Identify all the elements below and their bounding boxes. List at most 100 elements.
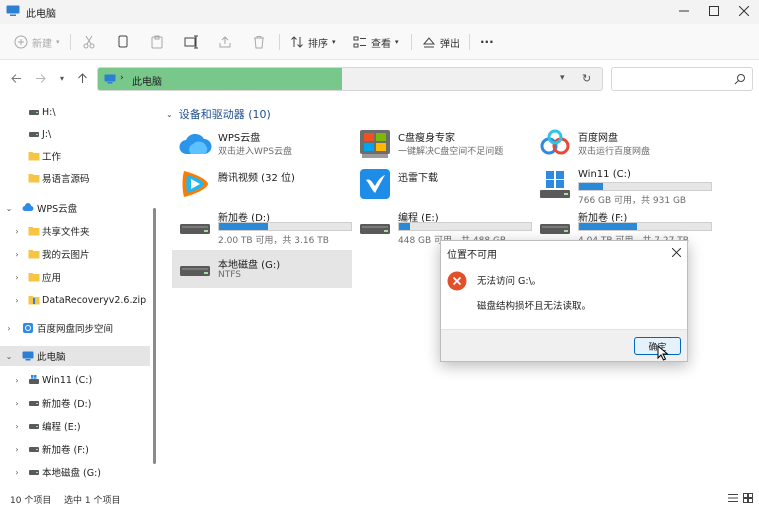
chevron-right-icon[interactable]: › [12, 227, 22, 236]
close-icon [671, 247, 682, 258]
chevron-right-icon[interactable]: › [12, 468, 22, 477]
dialog-close-button[interactable] [671, 243, 682, 260]
title-bar: 此电脑 [0, 0, 759, 24]
minimize-button[interactable] [669, 0, 699, 22]
sort-button[interactable]: 排序 ▾ [290, 32, 336, 52]
sidebar-item-datarecovery-zip[interactable]: › DataRecoveryv2.6.zip [0, 290, 150, 310]
sort-icon [291, 36, 303, 48]
chevron-right-icon[interactable]: › [12, 250, 22, 259]
view-button[interactable]: 查看 ▾ [353, 32, 399, 52]
sidebar-item-work[interactable]: 工作 [0, 146, 150, 166]
recent-locations-button[interactable]: ▾ [54, 70, 70, 86]
dialog-footer: 确定 [441, 329, 687, 361]
tile-f-drive[interactable]: 新加卷 (F:) 4.04 TB 可用，共 7.27 TB [532, 206, 712, 246]
tile-xunlei[interactable]: 迅雷下载 [352, 166, 532, 202]
pc-icon [104, 74, 116, 84]
forward-button[interactable] [32, 70, 48, 86]
window-title: 此电脑 [26, 9, 56, 20]
tile-d-drive[interactable]: 新加卷 (D:) 2.00 TB 可用，共 3.16 TB [172, 206, 352, 246]
sidebar-item-f-drive[interactable]: › 新加卷 (F:) [0, 439, 150, 459]
item-count: 10 个项目 [10, 496, 52, 506]
navigation-pane: H:\ J:\ 工作 易语言源码 ⌄ WPS云盘 › 共享文件夹 › 我的云图片… [0, 100, 160, 490]
chevron-right-icon[interactable]: › [12, 273, 22, 282]
sidebar-item-d-drive[interactable]: › 新加卷 (D:) [0, 393, 150, 413]
status-bar: 10 个项目 选中 1 个项目 [0, 490, 759, 506]
sidebar-item-e-drive[interactable]: › 编程 (E:) [0, 416, 150, 436]
share-button[interactable] [218, 32, 232, 52]
tile-baidu-netdisk[interactable]: 百度网盘 双击运行百度网盘 [532, 126, 712, 162]
up-button[interactable] [74, 70, 90, 86]
sidebar-item-h-drive[interactable]: H:\ [0, 102, 150, 122]
chevron-down-icon[interactable]: ⌄ [4, 352, 14, 361]
eject-button[interactable]: 弹出 [422, 32, 460, 52]
windows-drive-icon [29, 375, 39, 384]
error-icon [447, 271, 467, 291]
sidebar-item-c-drive[interactable]: › Win11 (C:) [0, 370, 150, 390]
refresh-icon[interactable]: ↻ [582, 72, 591, 85]
command-bar: 新建 ▾ 排序 ▾ 查看 ▾ 弹出 ··· [0, 24, 759, 60]
rename-button[interactable] [184, 32, 198, 52]
sidebar-item-apps[interactable]: › 应用 [0, 267, 150, 287]
sidebar-scrollbar[interactable] [153, 208, 156, 464]
capacity-bar-fill [579, 183, 603, 190]
copy-icon [118, 35, 128, 48]
cut-button[interactable] [82, 32, 96, 52]
baidu-netdisk-icon [540, 129, 570, 155]
folder-icon [28, 273, 40, 282]
trash-icon [254, 36, 264, 49]
windows-drive-icon [540, 171, 570, 198]
more-options-button[interactable]: ··· [480, 32, 494, 52]
tile-c-drive[interactable]: Win11 (C:) 766 GB 可用，共 931 GB [532, 166, 712, 206]
chevron-right-icon[interactable]: › [12, 296, 22, 305]
tile-e-drive[interactable]: 编程 (E:) 448 GB 可用，共 488 GB [352, 206, 532, 246]
chevron-down-icon: ▾ [332, 38, 336, 46]
sidebar-item-baidu-sync[interactable]: › 百度网盘同步空间 [0, 318, 150, 338]
mouse-cursor-icon [657, 345, 669, 361]
address-bar[interactable]: › 此电脑 ▾ ↻ [97, 67, 603, 91]
devices-group-header[interactable]: ⌄ 设备和驱动器 (10) [166, 106, 271, 122]
search-input[interactable] [611, 67, 753, 91]
chevron-right-icon[interactable]: › [12, 376, 22, 385]
scissors-icon [83, 35, 95, 49]
tiles-view-icon[interactable] [743, 493, 753, 503]
breadcrumb-this-pc[interactable]: 此电脑 [132, 73, 162, 88]
tile-c-drive-cleaner[interactable]: C盘瘦身专家 一键解决C盘空间不足问题 [352, 126, 532, 162]
copy-button[interactable] [116, 32, 130, 52]
wps-cloud-icon [179, 133, 212, 155]
drive-icon [29, 132, 39, 137]
sidebar-item-source-code[interactable]: 易语言源码 [0, 168, 150, 188]
chevron-down-icon: ▾ [59, 73, 64, 83]
tile-g-drive[interactable]: 本地磁盘 (G:) NTFS [172, 250, 352, 288]
details-view-icon[interactable] [728, 493, 738, 503]
chevron-right-icon[interactable]: › [12, 399, 22, 408]
chevron-down-icon[interactable]: ⌄ [4, 204, 14, 213]
rename-icon [184, 35, 198, 49]
chevron-right-icon[interactable]: › [4, 324, 14, 333]
minimize-icon [679, 10, 689, 12]
new-button[interactable]: 新建 ▾ [14, 32, 60, 52]
drive-icon [180, 266, 210, 276]
capacity-bar [578, 182, 712, 191]
sidebar-item-cloud-pictures[interactable]: › 我的云图片 [0, 244, 150, 264]
sidebar-item-shared-folder[interactable]: › 共享文件夹 [0, 221, 150, 241]
paste-button[interactable] [150, 32, 164, 52]
dialog-message-secondary: 磁盘结构损坏且无法读取。 [477, 301, 592, 312]
sidebar-item-this-pc[interactable]: ⌄ 此电脑 [0, 346, 150, 366]
chevron-right-icon[interactable]: › [12, 445, 22, 454]
sidebar-item-g-drive[interactable]: › 本地磁盘 (G:) [0, 462, 150, 482]
sidebar-item-wps-cloud[interactable]: ⌄ WPS云盘 [0, 198, 150, 218]
back-button[interactable] [8, 70, 24, 86]
delete-button[interactable] [252, 32, 266, 52]
address-dropdown-icon[interactable]: ▾ [560, 73, 565, 83]
tile-tencent-video[interactable]: 腾讯视频 (32 位) [172, 166, 352, 202]
maximize-button[interactable] [699, 0, 729, 22]
tile-wps-cloud[interactable]: WPS云盘 双击进入WPS云盘 [172, 126, 352, 162]
eject-label: 弹出 [440, 38, 460, 50]
capacity-bar-fill [219, 223, 268, 230]
pc-icon [6, 5, 20, 16]
dialog-message-primary: 无法访问 G:\。 [477, 276, 542, 287]
folder-icon [28, 174, 40, 183]
close-button[interactable] [729, 0, 759, 22]
sidebar-item-j-drive[interactable]: J:\ [0, 124, 150, 144]
chevron-right-icon[interactable]: › [12, 422, 22, 431]
